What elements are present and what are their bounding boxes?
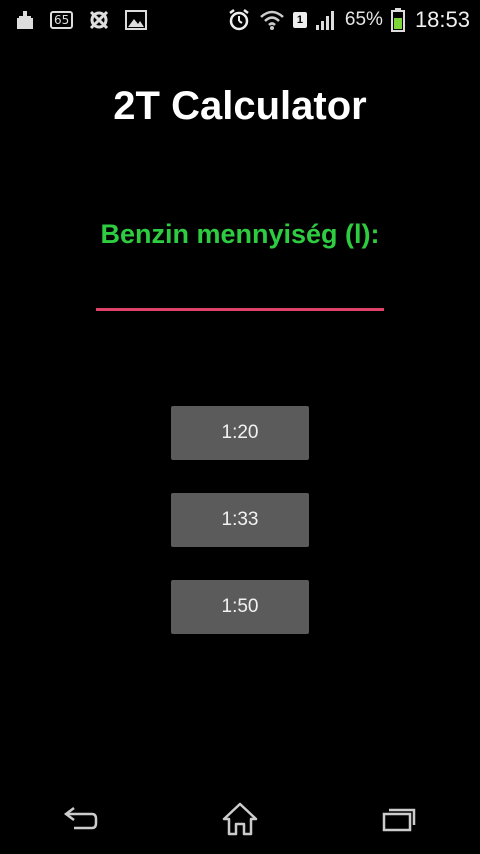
sim-icon: 1 bbox=[292, 12, 307, 28]
gasoline-amount-input[interactable] bbox=[96, 272, 384, 311]
ratio-1-20-button[interactable]: 1:20 bbox=[171, 406, 309, 460]
wifi-icon bbox=[259, 9, 285, 31]
app-screen: 65 1 65% 18:53 2T Calculator Benzin menn… bbox=[0, 0, 480, 854]
cleaner-icon bbox=[14, 9, 36, 31]
signal-icon bbox=[315, 10, 337, 30]
navigation-bar bbox=[0, 784, 480, 854]
clock: 18:53 bbox=[414, 7, 470, 32]
ratio-1-50-button[interactable]: 1:50 bbox=[171, 580, 309, 634]
notification-badge-icon: 65 bbox=[50, 11, 74, 29]
gasoline-amount-label: Benzin mennyiség (l): bbox=[100, 219, 380, 249]
status-bar-system: 1 65% 18:53 bbox=[219, 7, 470, 33]
back-button[interactable] bbox=[50, 794, 110, 844]
page-title: 2T Calculator bbox=[113, 84, 367, 128]
status-bar: 65 1 65% 18:53 bbox=[0, 0, 480, 40]
battery-icon bbox=[390, 8, 405, 32]
avast-icon bbox=[87, 8, 111, 32]
recent-apps-button[interactable] bbox=[370, 794, 430, 844]
image-icon bbox=[125, 9, 148, 31]
status-bar-notifications: 65 bbox=[14, 8, 161, 32]
ratio-1-33-button[interactable]: 1:33 bbox=[171, 493, 309, 547]
home-icon bbox=[222, 802, 258, 836]
alarm-icon bbox=[227, 8, 251, 32]
battery-percent: 65% bbox=[344, 9, 383, 30]
recent-apps-icon bbox=[382, 808, 416, 832]
back-icon bbox=[63, 807, 98, 830]
home-button[interactable] bbox=[210, 794, 270, 844]
